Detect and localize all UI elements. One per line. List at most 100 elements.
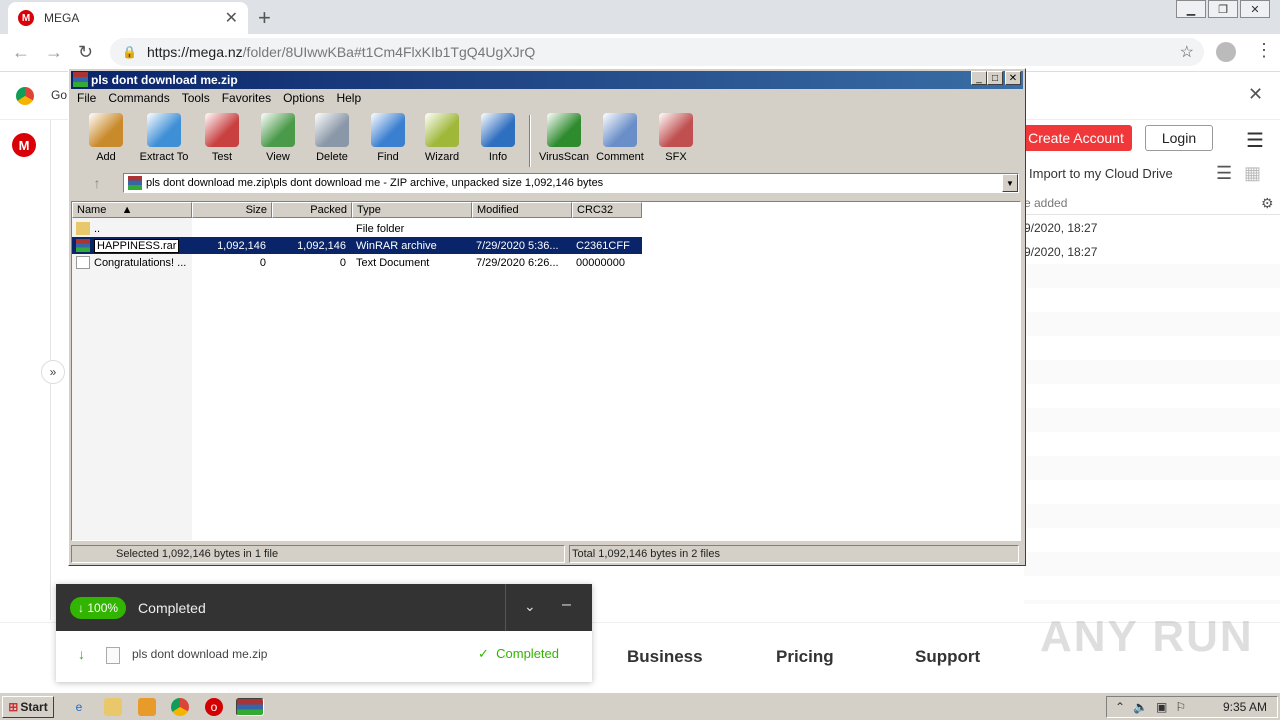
close-window-icon[interactable]: ✕: [1240, 0, 1270, 18]
system-tray: ⌃ 🔈 ▣ ⚐ 9:35 AM: [1106, 696, 1278, 718]
view-button[interactable]: View: [249, 113, 307, 163]
up-arrow-icon[interactable]: ↑: [79, 175, 115, 193]
windows-taskbar: ⊞ Start e o ⌃ 🔈 ▣ ⚐ 9:35 AM: [0, 692, 1280, 720]
download-item[interactable]: ↓ pls dont download me.zip ✓ Completed: [56, 631, 592, 682]
url-text: https://mega.nz/folder/8UIwwKBa#t1Cm4Flx…: [146, 44, 536, 60]
bug-icon: [547, 113, 581, 147]
opera-icon[interactable]: o: [205, 698, 223, 716]
table-row[interactable]: HAPPINESS.rar 1,092,146 1,092,146 WinRAR…: [72, 237, 642, 254]
close-tab-icon[interactable]: ✕: [225, 8, 238, 28]
extract-to-button[interactable]: Extract To: [135, 113, 193, 163]
import-to-cloud-button[interactable]: Import to my Cloud Drive: [1029, 166, 1173, 181]
column-name[interactable]: Name ▲: [72, 202, 192, 218]
chrome-tab-strip: M MEGA ✕ + ▁ ❐ ✕: [0, 0, 1280, 34]
rename-field[interactable]: HAPPINESS.rar: [94, 238, 180, 253]
drive-key-icon: [76, 549, 112, 559]
footer-link-support[interactable]: Support: [915, 647, 980, 667]
column-size[interactable]: Size: [192, 202, 272, 218]
path-field[interactable]: pls dont download me.zip\pls dont downlo…: [123, 173, 1019, 193]
infobar-close-icon[interactable]: ✕: [1248, 84, 1263, 105]
minimize-panel-icon[interactable]: –: [562, 596, 571, 614]
column-date-added[interactable]: e added: [1024, 196, 1067, 210]
file-list-header: Name ▲ Size Packed Type Modified CRC32: [72, 202, 642, 218]
forward-icon[interactable]: →: [45, 42, 63, 63]
tab-title: MEGA: [44, 11, 80, 25]
winrar-taskbar-icon[interactable]: [236, 698, 264, 716]
menu-favorites[interactable]: Favorites: [216, 91, 277, 105]
info-button[interactable]: Info: [469, 113, 527, 163]
close-icon[interactable]: ✕: [1005, 71, 1021, 85]
column-crc32[interactable]: CRC32: [572, 202, 642, 218]
toolbar-divider: [529, 115, 531, 167]
magnifier-icon: [371, 113, 405, 147]
test-button[interactable]: Test: [193, 113, 251, 163]
download-panel: ↓ 100% Completed ⌄ – ↓ pls dont download…: [56, 584, 592, 682]
minimize-icon[interactable]: _: [971, 71, 987, 85]
sfx-button[interactable]: SFX: [647, 113, 705, 163]
add-icon: [89, 113, 123, 147]
column-modified[interactable]: Modified: [472, 202, 572, 218]
show-hidden-icon[interactable]: ⌃: [1115, 700, 1125, 714]
tab-mega[interactable]: M MEGA ✕: [8, 2, 248, 34]
volume-icon[interactable]: 🔈: [1133, 700, 1148, 714]
minimize-icon[interactable]: ▁: [1176, 0, 1206, 18]
menu-help[interactable]: Help: [330, 91, 367, 105]
clock[interactable]: 9:35 AM: [1223, 700, 1267, 714]
find-button[interactable]: Find: [359, 113, 417, 163]
hamburger-menu-icon[interactable]: ☰: [1246, 128, 1264, 153]
footer-link-pricing[interactable]: Pricing: [776, 647, 834, 667]
path-bar: ↑ pls dont download me.zip\pls dont down…: [75, 173, 1021, 195]
grid-view-icon[interactable]: ▦: [1244, 163, 1261, 184]
start-button[interactable]: ⊞ Start: [2, 696, 54, 718]
menu-tools[interactable]: Tools: [176, 91, 216, 105]
address-bar[interactable]: 🔒 https://mega.nz/folder/8UIwwKBa#t1Cm4F…: [110, 38, 1204, 66]
table-row[interactable]: Congratulations! ... 0 0 Text Document 7…: [72, 254, 642, 271]
virusscan-button[interactable]: VirusScan: [535, 113, 593, 163]
download-item-status: ✓ Completed: [478, 646, 559, 661]
network-icon[interactable]: ▣: [1156, 700, 1167, 714]
winrar-title-bar[interactable]: pls dont download me.zip: [71, 71, 1023, 89]
column-packed[interactable]: Packed: [272, 202, 352, 218]
explorer-icon[interactable]: [104, 698, 122, 716]
back-icon[interactable]: ←: [12, 42, 30, 63]
chrome-icon[interactable]: [171, 698, 189, 716]
download-progress-badge: ↓ 100%: [70, 596, 127, 619]
status-total: Total 1,092,146 bytes in 2 files: [569, 545, 1019, 563]
download-status: Completed: [138, 599, 206, 616]
restore-icon[interactable]: ❐: [1208, 0, 1238, 18]
header-separator: [505, 584, 506, 631]
extract-folder-icon: [147, 113, 181, 147]
column-type[interactable]: Type: [352, 202, 472, 218]
media-player-icon[interactable]: [138, 698, 156, 716]
maximize-icon[interactable]: □: [987, 71, 1003, 85]
lock-icon: 🔒: [122, 45, 137, 59]
profile-avatar-icon[interactable]: [1216, 42, 1236, 62]
chevron-down-icon[interactable]: ⌄: [524, 598, 536, 615]
view-book-icon: [261, 113, 295, 147]
list-view-icon[interactable]: ☰: [1216, 163, 1232, 184]
menu-file[interactable]: File: [71, 91, 102, 105]
create-account-button[interactable]: Create Account: [1020, 125, 1132, 151]
menu-commands[interactable]: Commands: [102, 91, 175, 105]
footer-link-business[interactable]: Business: [627, 647, 703, 667]
delete-button[interactable]: Delete: [303, 113, 361, 163]
chrome-menu-icon[interactable]: ⋮: [1255, 40, 1273, 61]
bookmark-star-icon[interactable]: ☆: [1180, 42, 1194, 62]
table-row[interactable]: .. File folder: [72, 220, 642, 237]
dropdown-arrow-icon[interactable]: ▼: [1002, 174, 1018, 192]
wizard-button[interactable]: Wizard: [413, 113, 471, 163]
comment-button[interactable]: Comment: [591, 113, 649, 163]
reload-icon[interactable]: ↻: [78, 42, 93, 63]
windows-logo-icon: ⊞: [8, 700, 19, 714]
expand-sidebar-icon[interactable]: »: [41, 360, 65, 384]
add-button[interactable]: Add: [77, 113, 135, 163]
trash-icon: [315, 113, 349, 147]
menu-options[interactable]: Options: [277, 91, 330, 105]
login-button[interactable]: Login: [1145, 125, 1213, 151]
ie-icon[interactable]: e: [70, 698, 88, 716]
flag-icon[interactable]: ⚐: [1175, 700, 1186, 714]
new-tab-icon[interactable]: +: [258, 5, 271, 31]
download-arrow-icon: ↓: [78, 646, 85, 662]
mega-logo-icon[interactable]: M: [12, 133, 36, 157]
column-settings-icon[interactable]: ⚙: [1261, 195, 1274, 212]
